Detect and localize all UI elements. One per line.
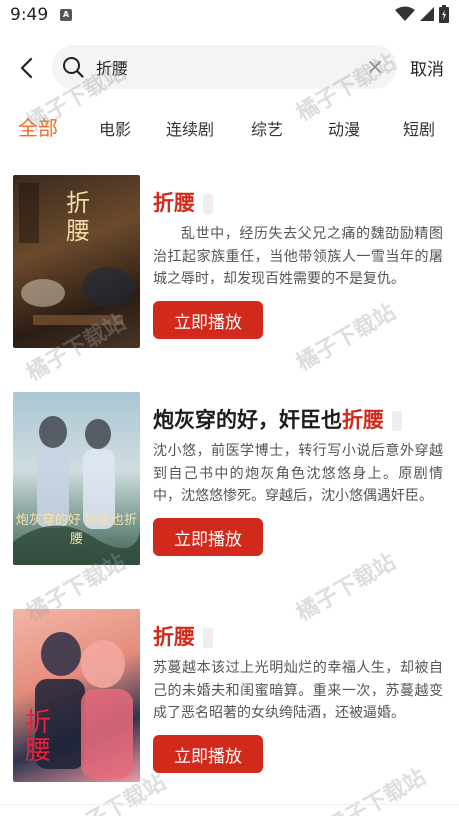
- search-box[interactable]: [52, 45, 397, 89]
- result-title[interactable]: 折腰: [153, 621, 213, 651]
- back-button[interactable]: [12, 54, 40, 82]
- title-tag: [392, 411, 402, 431]
- result-item[interactable]: 折腰 折腰 苏蔓越本该过上光明灿烂的幸福人生，却被自己的未婚夫和闺蜜暗算。重来一…: [0, 609, 459, 784]
- title-tag: [203, 628, 213, 648]
- play-button[interactable]: 立即播放: [153, 518, 263, 556]
- divider: [0, 804, 459, 805]
- result-description: 苏蔓越本该过上光明灿烂的幸福人生，却被自己的未婚夫和闺蜜暗算。重来一次，苏蔓越变…: [153, 660, 443, 721]
- tab-anime[interactable]: 动漫: [328, 116, 360, 140]
- status-time: 9:49: [10, 5, 49, 25]
- search-icon: [63, 57, 84, 78]
- title-highlight: 折腰: [153, 191, 195, 215]
- cover-image[interactable]: 折腰: [13, 175, 140, 348]
- search-input[interactable]: [96, 53, 356, 81]
- tab-series[interactable]: 连续剧: [166, 116, 214, 140]
- cancel-button[interactable]: 取消: [410, 55, 444, 80]
- battery-icon: [439, 5, 449, 23]
- title-highlight: 折腰: [342, 408, 384, 432]
- result-item[interactable]: 炮灰穿的好 奸臣也折腰 炮灰穿的好，奸臣也折腰 沈小悠，前医学博士，转行写小说后…: [0, 392, 459, 567]
- cover-title: 炮灰穿的好 奸臣也折腰: [15, 513, 138, 547]
- tab-variety[interactable]: 综艺: [251, 116, 283, 140]
- signal-icon: [420, 7, 434, 21]
- tab-all[interactable]: 全部: [18, 112, 58, 141]
- category-tabs: 全部 电影 连续剧 综艺 动漫 短剧: [0, 112, 459, 144]
- wifi-icon: [395, 6, 415, 21]
- result-title[interactable]: 折腰: [153, 187, 213, 217]
- cover-image[interactable]: 炮灰穿的好 奸臣也折腰: [13, 392, 140, 565]
- result-description: 沈小悠，前医学博士，转行写小说后意外穿越到自己书中的炮灰角色沈悠悠身上。原剧情中…: [153, 443, 443, 504]
- result-title[interactable]: 炮灰穿的好，奸臣也折腰: [153, 404, 402, 434]
- search-bar: 取消: [0, 44, 459, 90]
- tab-short-drama[interactable]: 短剧: [403, 116, 435, 140]
- result-item[interactable]: 折腰 折腰 乱世中，经历失去父兄之痛的魏劭励精图治扛起家族重任，当他带领族人一雪…: [0, 175, 459, 350]
- title-tag: [203, 194, 213, 214]
- status-bar: 9:49 A: [0, 0, 459, 32]
- notification-icon: A: [60, 9, 72, 21]
- tab-movie[interactable]: 电影: [99, 116, 131, 140]
- cover-image[interactable]: 折腰: [13, 609, 140, 782]
- chevron-left-icon: [20, 57, 33, 79]
- cover-title: 折腰: [24, 708, 51, 766]
- status-icons: [395, 5, 449, 23]
- play-button[interactable]: 立即播放: [153, 301, 263, 339]
- title-highlight: 折腰: [153, 625, 195, 649]
- clear-icon[interactable]: [365, 57, 385, 77]
- play-button[interactable]: 立即播放: [153, 735, 263, 773]
- result-description: 乱世中，经历失去父兄之痛的魏劭励精图治扛起家族重任，当他带领族人一雪当年的屠城之…: [153, 226, 443, 287]
- cover-title: 折腰: [66, 189, 90, 245]
- title-prefix: 炮灰穿的好，奸臣也: [153, 408, 342, 432]
